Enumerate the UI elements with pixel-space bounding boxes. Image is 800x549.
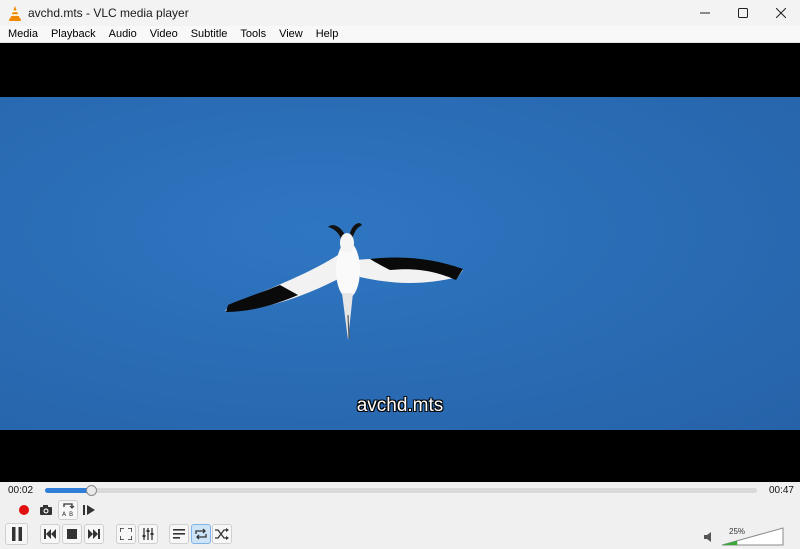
svg-text:A: A — [62, 511, 67, 518]
seek-bar[interactable] — [45, 485, 757, 496]
random-button[interactable] — [212, 524, 232, 544]
title-bar: avchd.mts - VLC media player — [0, 0, 800, 26]
vlc-cone-icon — [7, 5, 23, 21]
next-button[interactable] — [84, 524, 104, 544]
menu-help[interactable]: Help — [309, 26, 345, 43]
record-button[interactable] — [14, 500, 34, 520]
menu-playback[interactable]: Playback — [44, 26, 102, 43]
extended-settings-icon — [142, 528, 154, 540]
fullscreen-icon — [120, 528, 132, 540]
mute-button[interactable] — [702, 530, 716, 544]
close-button[interactable] — [762, 0, 800, 26]
extended-settings-button[interactable] — [138, 524, 158, 544]
ab-loop-icon: A B — [62, 503, 75, 518]
seek-handle[interactable] — [86, 485, 97, 496]
menu-video[interactable]: Video — [143, 26, 184, 43]
menu-bar: Media Playback Audio Video Subtitle Tool… — [0, 26, 800, 43]
frame-by-frame-button[interactable] — [79, 500, 99, 520]
subtitle-text: avchd.mts — [356, 395, 444, 416]
snapshot-button[interactable] — [36, 500, 56, 520]
menu-subtitle[interactable]: Subtitle — [184, 26, 234, 43]
loop-icon — [195, 528, 207, 540]
maximize-icon — [738, 8, 748, 18]
seek-progress — [45, 488, 91, 493]
video-area[interactable]: avchd.mts — [0, 43, 800, 482]
previous-button[interactable] — [40, 524, 60, 544]
ab-loop-button[interactable]: A B — [58, 500, 78, 520]
next-icon — [88, 529, 100, 539]
frame-by-frame-icon — [83, 505, 95, 515]
playlist-icon — [173, 528, 185, 539]
loop-button[interactable] — [191, 524, 211, 544]
record-icon — [19, 505, 29, 515]
volume-slider[interactable] — [722, 527, 784, 546]
stop-icon — [67, 529, 77, 539]
stop-button[interactable] — [62, 524, 82, 544]
svg-text:B: B — [69, 511, 73, 518]
playlist-button[interactable] — [169, 524, 189, 544]
minimize-button[interactable] — [686, 0, 724, 26]
speaker-icon — [704, 532, 711, 542]
random-icon — [215, 528, 229, 540]
fullscreen-button[interactable] — [116, 524, 136, 544]
previous-icon — [44, 529, 56, 539]
menu-view[interactable]: View — [272, 26, 309, 43]
bird-image — [225, 223, 463, 340]
snapshot-icon — [40, 505, 52, 515]
pause-button[interactable] — [5, 523, 28, 545]
pause-icon — [11, 527, 22, 541]
menu-tools[interactable]: Tools — [233, 26, 272, 43]
menu-audio[interactable]: Audio — [102, 26, 143, 43]
window-title: avchd.mts - VLC media player — [28, 6, 189, 20]
menu-media[interactable]: Media — [0, 26, 44, 43]
seek-row: 00:02 00:47 — [0, 482, 800, 499]
total-time: 00:47 — [768, 485, 794, 496]
close-icon — [776, 8, 786, 18]
video-frame — [0, 97, 800, 430]
maximize-button[interactable] — [724, 0, 762, 26]
minimize-icon — [700, 12, 710, 14]
elapsed-time: 00:02 — [8, 485, 34, 496]
